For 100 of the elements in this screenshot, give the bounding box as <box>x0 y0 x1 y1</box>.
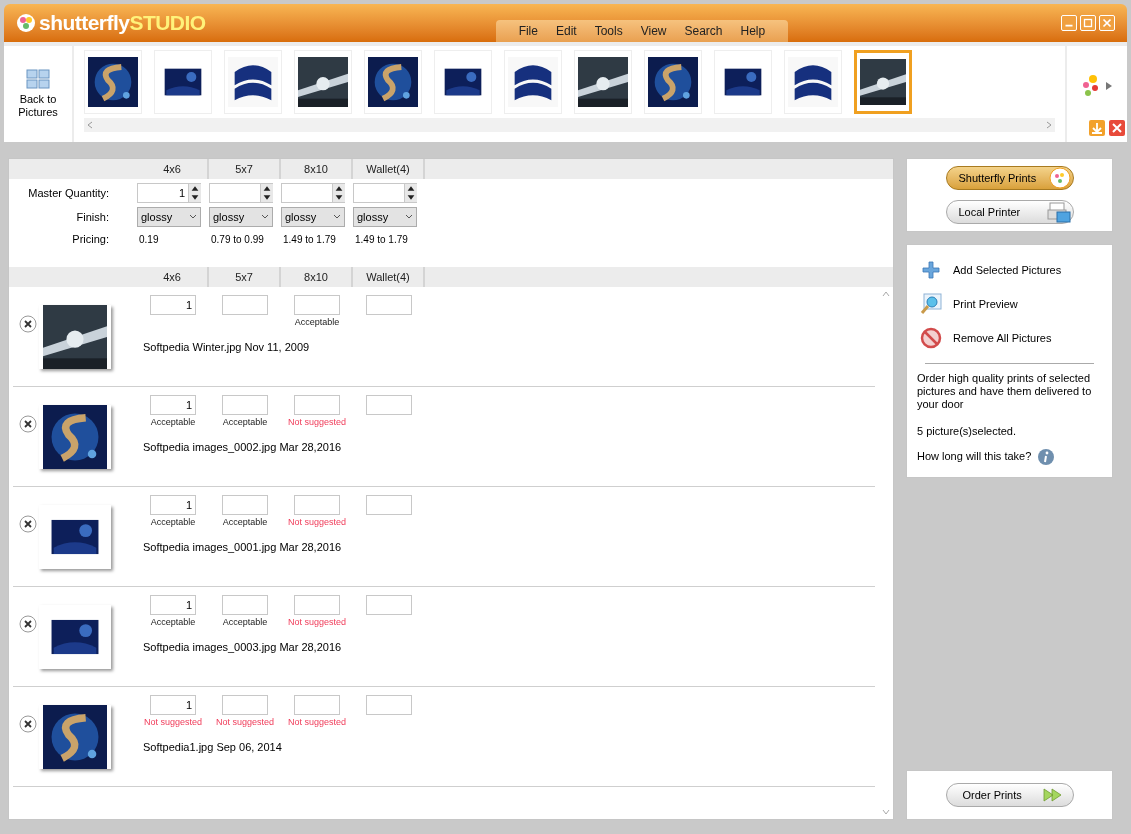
quantity-spinner[interactable] <box>281 183 345 203</box>
suitability-note: Acceptable <box>150 616 196 629</box>
finish-dropdown[interactable]: glossy <box>209 207 273 227</box>
field-label: Pricing: <box>71 231 110 247</box>
help-question: How long will this take? <box>917 449 1032 465</box>
menu-item[interactable]: View <box>631 22 676 40</box>
quantity-field[interactable] <box>294 695 340 715</box>
quantity-field[interactable] <box>222 695 268 715</box>
suitability-note: Not suggested <box>287 416 346 429</box>
dots-logo-icon <box>1081 74 1101 98</box>
suitability-note: Acceptable <box>222 416 268 429</box>
next-arrow-icon[interactable] <box>1105 81 1113 91</box>
column-header: 8x10 <box>304 161 328 177</box>
quantity-spinner[interactable] <box>353 183 417 203</box>
prohibited-icon <box>920 327 942 349</box>
quantity-field[interactable] <box>366 595 412 615</box>
quantity-field[interactable] <box>366 695 412 715</box>
spin-up-icon[interactable] <box>261 184 273 193</box>
suitability-note: Not suggested <box>287 616 346 629</box>
suitability-note: Acceptable <box>294 316 340 329</box>
menu-item[interactable]: File <box>509 22 547 40</box>
quantity-field[interactable] <box>294 295 340 315</box>
chevron-down-icon <box>261 214 269 220</box>
quantity-spinner[interactable]: 1 <box>137 183 201 203</box>
remove-icon[interactable] <box>19 415 37 433</box>
file-name: Softpedia Winter.jpg Nov 11, 2009 <box>142 340 311 355</box>
menu-item[interactable]: Help <box>731 22 775 40</box>
price-text: 1.49 to 1.79 <box>355 232 409 247</box>
action-link[interactable]: Print Preview <box>953 295 1018 313</box>
field-label: Master Quantity: <box>27 185 110 201</box>
quantity-field[interactable]: 1 <box>150 695 196 715</box>
action-link[interactable]: Add Selected Pictures <box>953 261 1062 279</box>
thumbnail[interactable] <box>854 50 912 114</box>
file-name: Softpedia images_0003.jpg Mar 28,2016 <box>142 640 343 655</box>
quantity-field[interactable] <box>222 595 268 615</box>
finish-dropdown[interactable]: glossy <box>137 207 201 227</box>
spin-up-icon[interactable] <box>333 184 345 193</box>
chevron-down-icon <box>405 214 413 220</box>
back-to-pictures-button[interactable]: Back to Pictures <box>4 46 72 142</box>
suitability-note: Not suggested <box>287 516 346 529</box>
column-header: 4x6 <box>163 161 181 177</box>
grid-icon <box>26 69 50 89</box>
plus-icon <box>921 260 941 280</box>
quantity-field[interactable] <box>222 395 268 415</box>
quantity-field[interactable]: 1 <box>150 495 196 515</box>
spin-up-icon[interactable] <box>405 184 417 193</box>
action-link[interactable]: Remove All Pictures <box>953 329 1052 347</box>
remove-icon[interactable] <box>19 715 37 733</box>
menu-item[interactable]: Search <box>675 22 732 40</box>
finish-dropdown[interactable]: glossy <box>281 207 345 227</box>
menu-item[interactable]: Edit <box>546 22 586 40</box>
info-icon[interactable] <box>1037 447 1056 466</box>
price-text: 0.79 to 0.99 <box>211 232 265 247</box>
remove-icon[interactable] <box>19 315 37 333</box>
spin-up-icon[interactable] <box>189 184 201 193</box>
quantity-field[interactable] <box>294 495 340 515</box>
quantity-field[interactable] <box>294 595 340 615</box>
spin-down-icon[interactable] <box>405 193 417 202</box>
remove-icon[interactable] <box>19 515 37 533</box>
quantity-spinner[interactable] <box>209 183 273 203</box>
app-title: shutterflySTUDIO <box>39 10 206 37</box>
spin-down-icon[interactable] <box>189 193 201 202</box>
suitability-note: Acceptable <box>150 516 196 529</box>
chevron-down-icon <box>189 214 197 220</box>
spin-down-icon[interactable] <box>333 193 345 202</box>
printer-icon <box>1046 201 1071 223</box>
suitability-note: Not suggested <box>143 716 202 729</box>
suitability-note: Acceptable <box>222 516 268 529</box>
order-prints-button[interactable]: Order Prints <box>945 783 1074 807</box>
quantity-field[interactable]: 1 <box>150 595 196 615</box>
quantity-field[interactable]: 1 <box>150 295 196 315</box>
column-header: Wallet(4) <box>366 161 410 177</box>
close-icon[interactable] <box>1109 120 1125 136</box>
suitability-note: Acceptable <box>150 416 196 429</box>
print-option-button[interactable]: Shutterfly Prints <box>945 166 1074 190</box>
column-header: 5x7 <box>235 161 253 177</box>
finish-dropdown[interactable]: glossy <box>353 207 417 227</box>
magnifier-icon <box>919 292 943 316</box>
print-option-button[interactable]: Local Printer <box>945 200 1074 224</box>
suitability-note: Acceptable <box>222 616 268 629</box>
quantity-field[interactable] <box>222 295 268 315</box>
suitability-note: Not suggested <box>287 716 346 729</box>
quantity-field[interactable] <box>294 395 340 415</box>
price-text: 1.49 to 1.79 <box>283 232 337 247</box>
file-name: Softpedia images_0001.jpg Mar 28,2016 <box>142 540 343 555</box>
file-name: Softpedia1.jpg Sep 06, 2014 <box>142 740 283 755</box>
selection-count: 5 picture(s)selected. <box>917 424 1018 439</box>
quantity-field[interactable] <box>366 395 412 415</box>
logo-icon <box>16 13 36 33</box>
quantity-field[interactable] <box>222 495 268 515</box>
menu-item[interactable]: Tools <box>585 22 632 40</box>
spin-down-icon[interactable] <box>261 193 273 202</box>
quantity-field[interactable]: 1 <box>150 395 196 415</box>
price-text: 0.19 <box>139 232 160 247</box>
description-text: Order high quality prints of selected pictures and have them delivered to your door <box>917 372 1093 411</box>
quantity-field[interactable] <box>366 295 412 315</box>
remove-icon[interactable] <box>19 615 37 633</box>
quantity-field[interactable] <box>366 495 412 515</box>
column-header: 8x10 <box>304 269 328 285</box>
color-dots-icon <box>1048 167 1071 189</box>
